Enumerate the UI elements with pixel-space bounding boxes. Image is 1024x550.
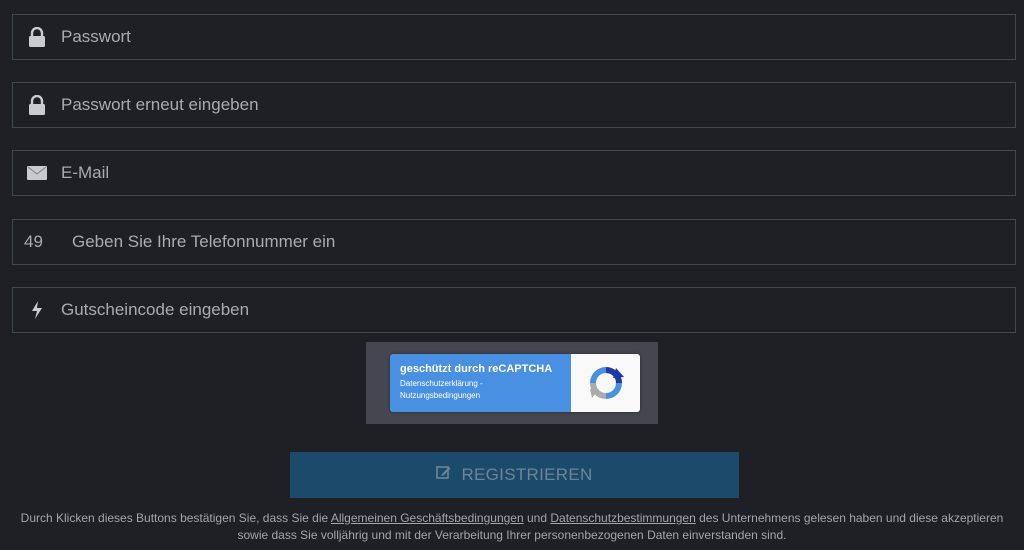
register-button[interactable]: REGISTRIEREN bbox=[290, 452, 739, 498]
recaptcha-separator: - bbox=[477, 379, 483, 388]
email-field[interactable] bbox=[12, 150, 1016, 196]
lock-icon bbox=[25, 93, 49, 117]
recaptcha-badge[interactable]: geschützt durch reCAPTCHA Datenschutzerk… bbox=[390, 354, 640, 412]
password-field[interactable] bbox=[12, 14, 1016, 60]
recaptcha-text-panel: geschützt durch reCAPTCHA Datenschutzerk… bbox=[390, 354, 571, 412]
lock-icon bbox=[25, 25, 49, 49]
recaptcha-title: geschützt durch reCAPTCHA bbox=[400, 363, 553, 375]
phone-field[interactable]: 49 bbox=[12, 219, 1016, 265]
phone-input[interactable] bbox=[70, 219, 1015, 265]
phone-country-prefix[interactable]: 49 bbox=[24, 232, 60, 252]
password-input[interactable] bbox=[59, 14, 1015, 60]
lightning-icon bbox=[25, 298, 49, 322]
recaptcha-container: geschützt durch reCAPTCHA Datenschutzerk… bbox=[366, 342, 658, 424]
password-repeat-field[interactable] bbox=[12, 82, 1016, 128]
recaptcha-links: Datenschutzerklärung - Nutzungsbedingung… bbox=[400, 378, 571, 402]
edit-icon bbox=[436, 465, 451, 485]
recaptcha-privacy-link[interactable]: Datenschutzerklärung bbox=[400, 379, 478, 388]
recaptcha-terms-link[interactable]: Nutzungsbedingungen bbox=[400, 391, 480, 400]
envelope-icon bbox=[25, 161, 49, 185]
voucher-field[interactable] bbox=[12, 287, 1016, 333]
register-button-label: REGISTRIEREN bbox=[461, 465, 593, 484]
voucher-input[interactable] bbox=[59, 287, 1015, 333]
legal-notice: Durch Klicken dieses Buttons bestätigen … bbox=[20, 510, 1004, 544]
privacy-policy-link[interactable]: Datenschutzbestimmungen bbox=[550, 511, 695, 525]
password-repeat-input[interactable] bbox=[59, 82, 1015, 128]
recaptcha-logo-icon bbox=[571, 354, 640, 412]
legal-text-1: Durch Klicken dieses Buttons bestätigen … bbox=[20, 511, 331, 525]
agb-link[interactable]: Allgemeinen Geschäftsbedingungen bbox=[331, 511, 524, 525]
legal-text-2: und bbox=[523, 511, 551, 525]
email-input[interactable] bbox=[59, 150, 1015, 196]
